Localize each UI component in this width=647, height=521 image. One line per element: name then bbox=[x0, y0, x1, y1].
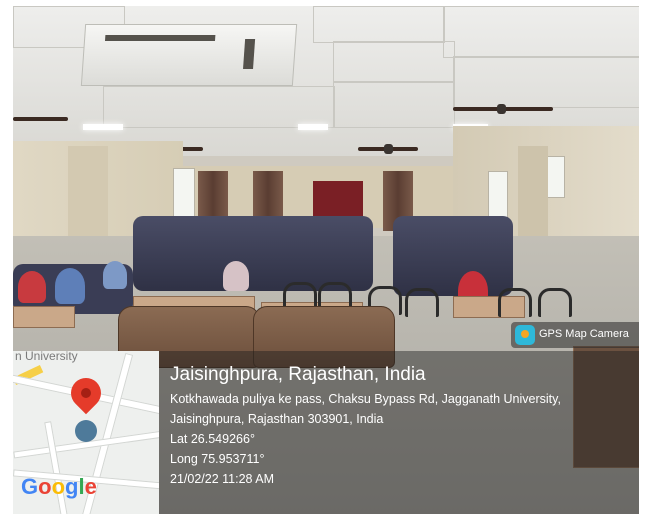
fan-hub bbox=[384, 144, 393, 154]
google-letter: o bbox=[38, 474, 52, 499]
ceiling-fan bbox=[358, 144, 418, 154]
gps-map-camera-icon bbox=[515, 325, 535, 345]
student bbox=[103, 261, 127, 289]
ceiling-fan bbox=[13, 114, 73, 124]
desk bbox=[13, 306, 75, 328]
ceiling-tile bbox=[333, 41, 455, 83]
ceiling-tile bbox=[313, 6, 445, 43]
google-letter: e bbox=[84, 474, 97, 499]
gps-map-camera-badge: GPS Map Camera bbox=[511, 322, 639, 348]
ceiling-tile bbox=[453, 56, 639, 108]
longitude: Long 75.953711° bbox=[170, 452, 265, 466]
google-logo: Google bbox=[21, 474, 97, 500]
timestamp: 21/02/22 11:28 AM bbox=[170, 472, 275, 486]
ac-vent bbox=[243, 39, 256, 69]
student bbox=[223, 261, 249, 291]
address-line-2: Jaisinghpura, Rajasthan 303901, India bbox=[170, 412, 384, 426]
students-group bbox=[393, 216, 513, 296]
fan-blade bbox=[13, 117, 68, 121]
student bbox=[18, 271, 46, 303]
map-pin-center bbox=[81, 388, 91, 398]
fan-hub bbox=[497, 104, 506, 114]
students-group bbox=[133, 216, 373, 291]
ceiling-tile bbox=[103, 86, 335, 128]
google-letter: o bbox=[51, 474, 66, 499]
ceiling-tile bbox=[443, 6, 639, 58]
notice-board bbox=[313, 181, 363, 221]
location-info: Jaisinghpura, Rajasthan, India Kotkhawad… bbox=[170, 364, 561, 486]
google-letter: g bbox=[65, 474, 79, 499]
google-letter: G bbox=[21, 474, 39, 499]
chair bbox=[405, 288, 439, 317]
latitude: Lat 26.549266° bbox=[170, 432, 255, 446]
map-road bbox=[44, 421, 69, 514]
map-place-label: n University bbox=[15, 351, 78, 363]
address-line-1: Kotkhawada puliya ke pass, Chaksu Bypass… bbox=[170, 392, 561, 406]
chair bbox=[498, 288, 532, 317]
ceiling-tile bbox=[333, 81, 455, 128]
student bbox=[55, 268, 85, 304]
gps-map-camera-label: GPS Map Camera bbox=[539, 328, 629, 340]
location-title: Jaisinghpura, Rajasthan, India bbox=[170, 364, 426, 385]
chair bbox=[538, 288, 572, 317]
university-marker-icon bbox=[75, 420, 97, 442]
ceiling-ac-unit bbox=[80, 24, 298, 86]
ceiling-fan bbox=[453, 104, 553, 114]
ceiling-light bbox=[83, 124, 123, 130]
ac-vent bbox=[104, 35, 216, 41]
ceiling-light bbox=[298, 124, 328, 130]
geotagged-photo: GPS Map Camera n University Google Jaisi… bbox=[13, 6, 639, 514]
